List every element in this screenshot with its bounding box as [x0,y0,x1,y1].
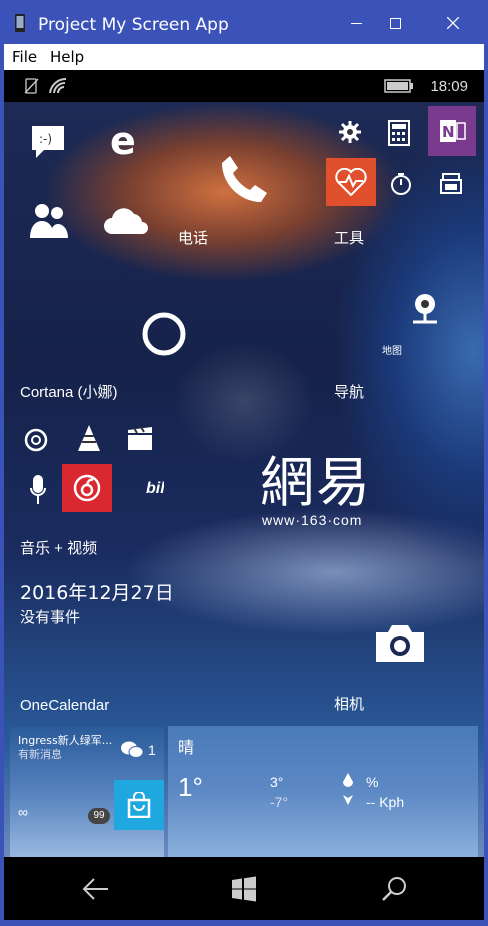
calculator-icon [388,120,410,146]
store-bag-icon [127,792,151,818]
tile-music-video-folder[interactable]: bili 音乐 + 视频 [10,414,164,566]
netease-brand-text: 網易 [260,451,372,514]
weather-wind: -- Kph [366,794,405,810]
tile-wechat[interactable]: Ingress新人绿军... 有新消息 1 ∞ 99 [10,726,164,857]
app-window: Project My Screen App File Help 18:09 :-… [0,0,488,926]
tile-onecalendar-label: OneCalendar [20,697,110,714]
weather-high: 3° [270,774,284,790]
start-button[interactable] [224,869,264,909]
netease-music-tile[interactable] [62,464,112,512]
wechat-icon [121,741,144,758]
phone-call-icon [222,156,267,202]
settings-gear-icon [339,121,361,143]
menu-bar: File Help [4,44,484,70]
tile-netease-news[interactable]: 網易 www·163·com [168,414,478,566]
calendar-date: 2016年12月27日 [20,582,174,604]
edge-icon: e [110,122,136,160]
weather-humidity: % [366,774,379,790]
status-bar: 18:09 [4,70,484,102]
onenote-icon: N [440,120,466,142]
infinity-badge: ∞ [18,804,28,820]
tile-messaging[interactable]: :-) [10,106,86,178]
phone-app-icon [15,14,25,32]
voice-recorder-mic-icon [30,475,46,504]
netease-music-icon [73,474,101,502]
weather-condition: 晴 [178,738,195,757]
people-icon [30,204,68,238]
wechat-subtitle: 有新消息 [18,748,62,761]
menu-help[interactable]: Help [50,48,84,66]
svg-text::-): :-) [39,132,52,146]
wifi-icon [49,77,67,94]
health-heart-icon [335,168,367,196]
vlc-cone-icon [78,425,100,451]
window-title: Project My Screen App [38,15,229,35]
humidity-drop-icon [343,773,353,787]
netease-url-text: www·163·com [262,512,363,528]
tile-onecalendar[interactable]: 2016年12月27日 没有事件 OneCalendar [10,570,320,722]
stopwatch-icon [391,173,411,195]
bilibili-icon: bili [146,480,164,497]
windows-logo-icon [232,876,256,902]
back-arrow-icon [82,878,108,900]
tile-camera[interactable]: 相机 [324,570,478,722]
tile-tools-label: 工具 [334,230,365,247]
calendar-events: 没有事件 [20,608,81,626]
close-icon [447,17,459,29]
movies-clapper-icon [128,426,152,450]
search-button[interactable] [374,869,414,909]
tile-phone-label: 电话 [178,230,209,247]
tile-weather[interactable]: 晴 1° 3° -7° % -- Kph [168,726,478,857]
clock: 18:09 [430,78,468,95]
groove-music-icon [24,428,48,452]
scanner-icon [440,173,462,194]
tile-cortana[interactable]: Cortana (小娜) [10,260,320,410]
close-button[interactable] [430,8,476,38]
tile-map-small-label: 地图 [382,346,402,357]
weather-low: -7° [270,794,289,810]
svg-text:e: e [110,122,136,160]
svg-text:N: N [442,123,455,141]
wind-arrow-icon [343,795,353,805]
maximize-icon [389,17,401,29]
phone-screen: 18:09 :-) e 电话 N 工具 Cortana (小娜) 地图 导航 b… [4,70,484,920]
menu-file[interactable]: File [12,48,37,66]
navigation-bar [4,857,484,920]
health-tile[interactable] [326,158,376,206]
messaging-icon: :-) [32,126,64,158]
tile-music-video-label: 音乐 + 视频 [20,540,98,557]
camera-icon [376,625,424,662]
tile-edge[interactable]: e [90,106,164,178]
tile-navigation-label: 导航 [334,384,365,401]
tile-navigation[interactable]: 地图 导航 [324,260,478,410]
title-bar: Project My Screen App [0,0,488,44]
maximize-button[interactable] [372,8,418,38]
store-tile[interactable] [114,780,164,830]
start-screen: :-) e 电话 N 工具 Cortana (小娜) 地图 导航 bi 音乐 +… [4,102,484,857]
cortana-ring-icon [142,312,186,356]
tile-tools-folder[interactable]: N 工具 [324,106,478,256]
minimize-icon [350,22,362,24]
no-sim-icon [24,78,39,94]
map-pin-icon [413,294,437,324]
tile-people[interactable] [10,182,86,256]
onedrive-icon [104,208,148,234]
back-button[interactable] [76,869,116,909]
tile-phone[interactable]: 电话 [168,106,320,256]
onenote-tile[interactable]: N [428,106,476,156]
tile-onedrive[interactable] [90,182,164,256]
weather-temp: 1° [178,772,203,802]
battery-icon [384,79,413,93]
wechat-count: 1 [148,742,156,758]
search-icon [382,877,406,901]
tile-camera-label: 相机 [334,696,365,713]
badge-count-99: 99 [88,808,110,824]
tile-cortana-label: Cortana (小娜) [20,384,118,401]
